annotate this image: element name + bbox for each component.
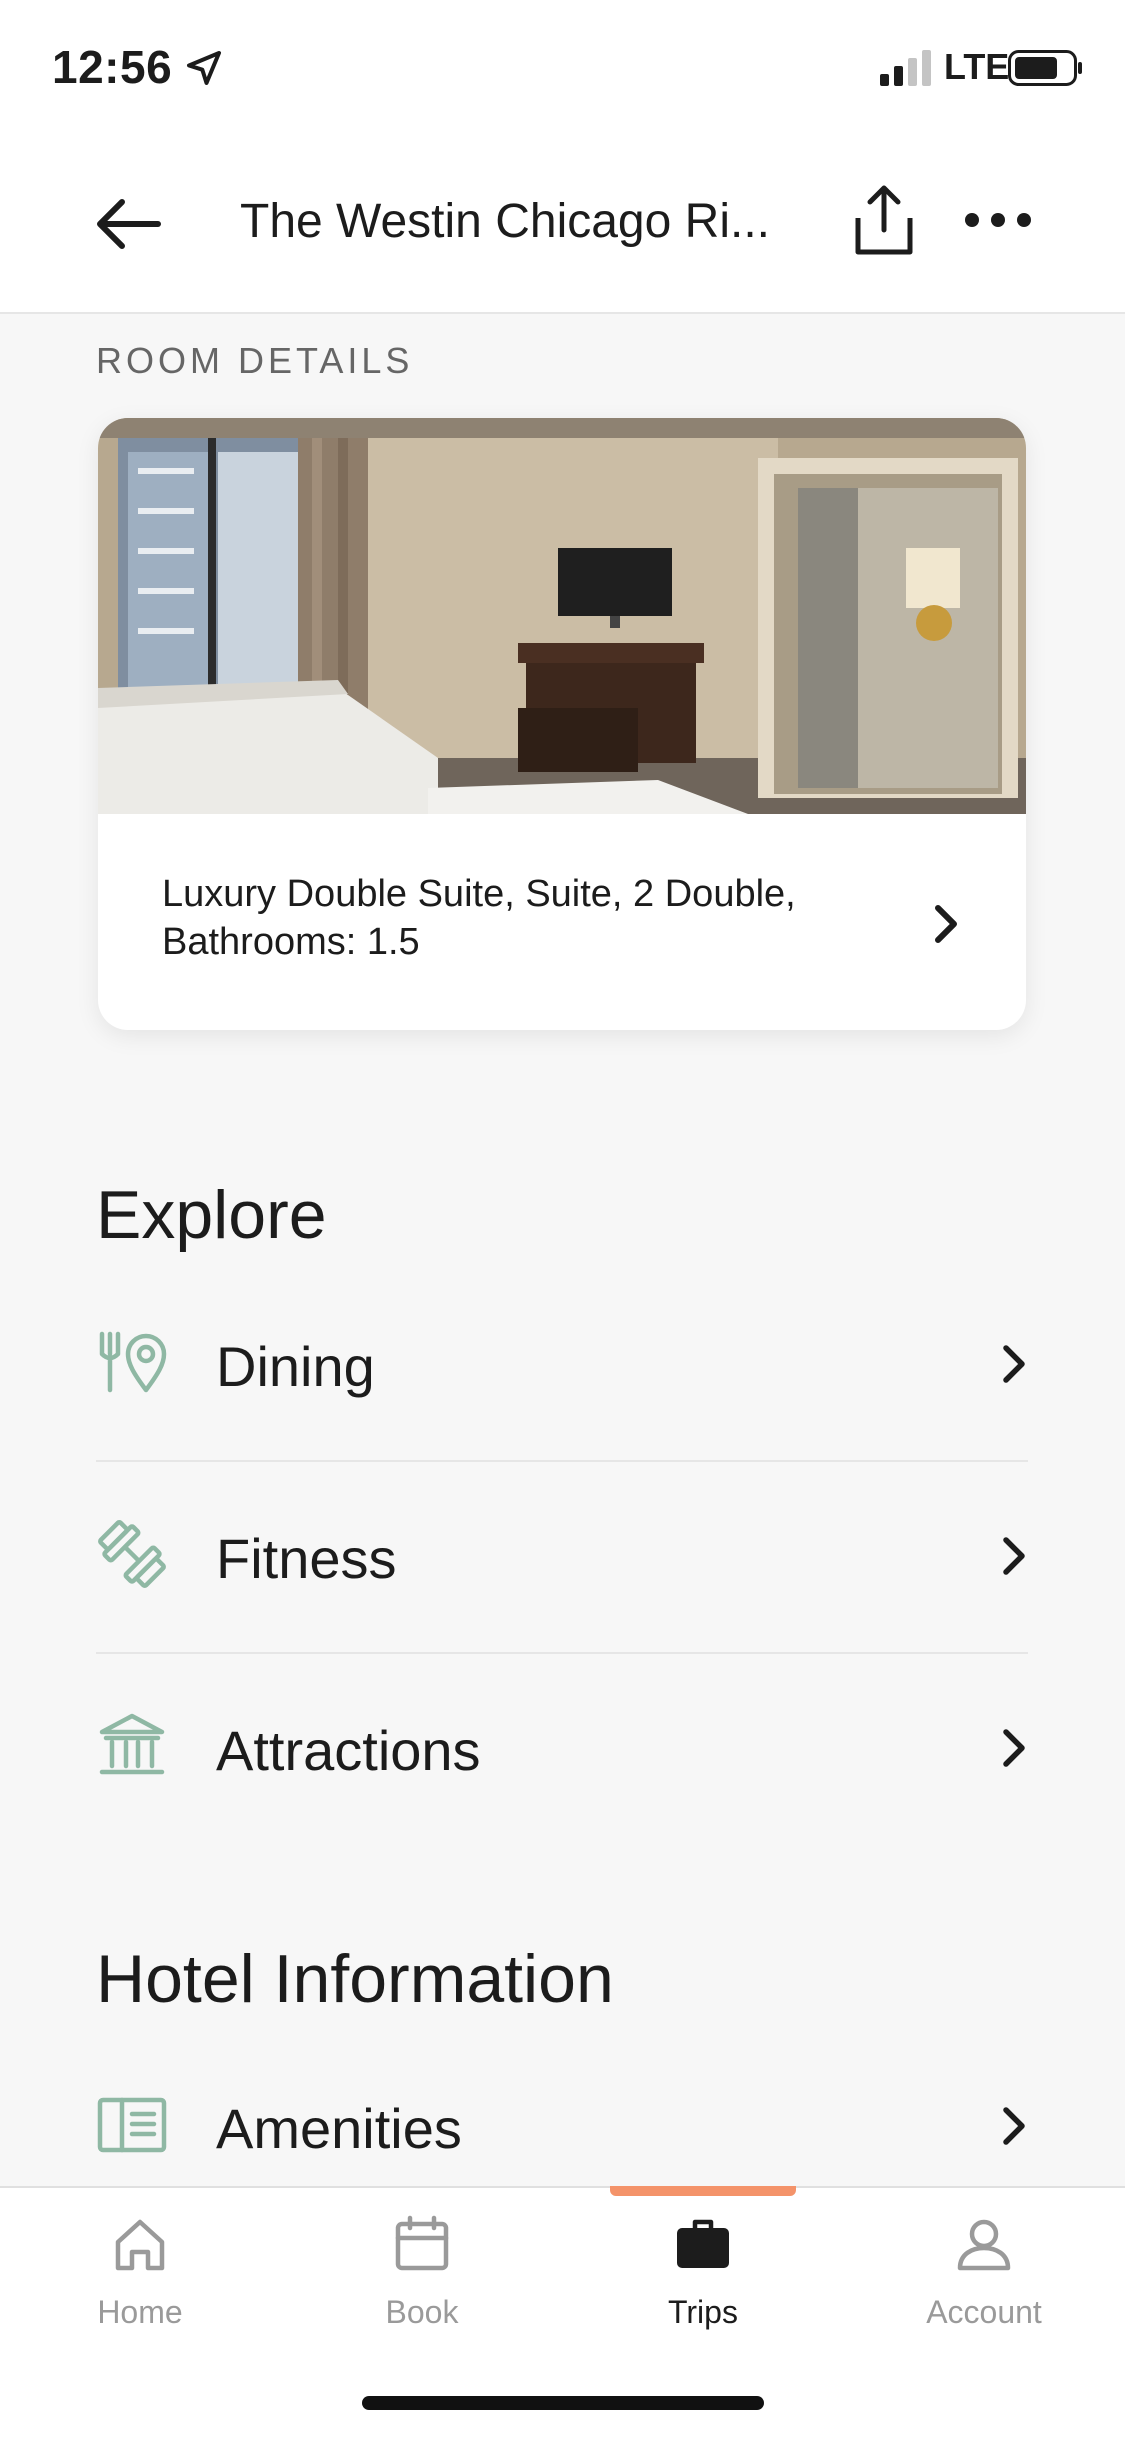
more-options-icon[interactable]: [962, 206, 1034, 234]
chevron-right-icon: [1003, 1537, 1025, 1575]
status-bar: 12:56 LTE: [0, 0, 1125, 140]
tab-book[interactable]: Book: [322, 2188, 522, 2368]
page-title: The Westin Chicago Ri...: [240, 195, 770, 248]
battery-icon: [1008, 50, 1082, 86]
share-icon[interactable]: [852, 184, 916, 256]
tab-account[interactable]: Account: [884, 2188, 1084, 2368]
explore-item-dining[interactable]: Dining: [96, 1272, 1028, 1462]
tab-home[interactable]: Home: [40, 2188, 240, 2368]
tab-trips[interactable]: Trips: [603, 2188, 803, 2368]
hotel-room-photo: [98, 418, 1026, 814]
tab-label: Book: [385, 2294, 459, 2330]
explore-item-fitness[interactable]: Fitness: [96, 1464, 1028, 1654]
calendar-icon: [395, 2215, 449, 2271]
home-icon: [115, 2219, 165, 2271]
tab-label: Account: [926, 2294, 1042, 2330]
briefcase-icon: [677, 2219, 729, 2268]
explore-item-label: Dining: [216, 1335, 375, 1398]
museum-icon: [99, 1713, 165, 1775]
explore-heading: Explore: [96, 1177, 327, 1253]
dining-location-icon: [99, 1331, 167, 1393]
divider: [96, 1460, 1028, 1462]
tab-label: Trips: [668, 2294, 738, 2330]
book-icon: [97, 2097, 167, 2153]
explore-item-label: Fitness: [216, 1527, 397, 1590]
tab-label: Home: [97, 2294, 183, 2330]
location-arrow-icon: [187, 51, 221, 85]
chevron-right-icon: [1003, 1729, 1025, 1767]
network-type: LTE: [944, 46, 1010, 87]
nav-header: The Westin Chicago Ri...: [0, 140, 1125, 314]
chevron-right-icon: [1003, 2107, 1025, 2145]
chevron-right-icon: [935, 905, 957, 943]
room-description: Luxury Double Suite, Suite, 2 Double, Ba…: [162, 873, 796, 963]
hotel-info-item-label: Amenities: [216, 2097, 462, 2160]
hotel-information-heading: Hotel Information: [96, 1941, 614, 2017]
divider: [96, 1652, 1028, 1654]
status-time: 12:56: [52, 41, 173, 93]
signal-bars-icon: [880, 50, 931, 86]
home-indicator: [362, 2396, 764, 2410]
tab-bar: Home Book Trips Account: [0, 2186, 1125, 2438]
room-details-card[interactable]: Luxury Double Suite, Suite, 2 Double, Ba…: [98, 418, 1026, 1030]
room-details-label: ROOM DETAILS: [96, 340, 414, 381]
user-icon: [957, 2219, 1011, 2271]
explore-item-attractions[interactable]: Attractions: [96, 1656, 1028, 1846]
explore-item-label: Attractions: [216, 1719, 481, 1782]
chevron-right-icon: [1003, 1345, 1025, 1383]
dumbbell-icon: [98, 1520, 166, 1588]
back-arrow-icon[interactable]: [92, 192, 164, 256]
